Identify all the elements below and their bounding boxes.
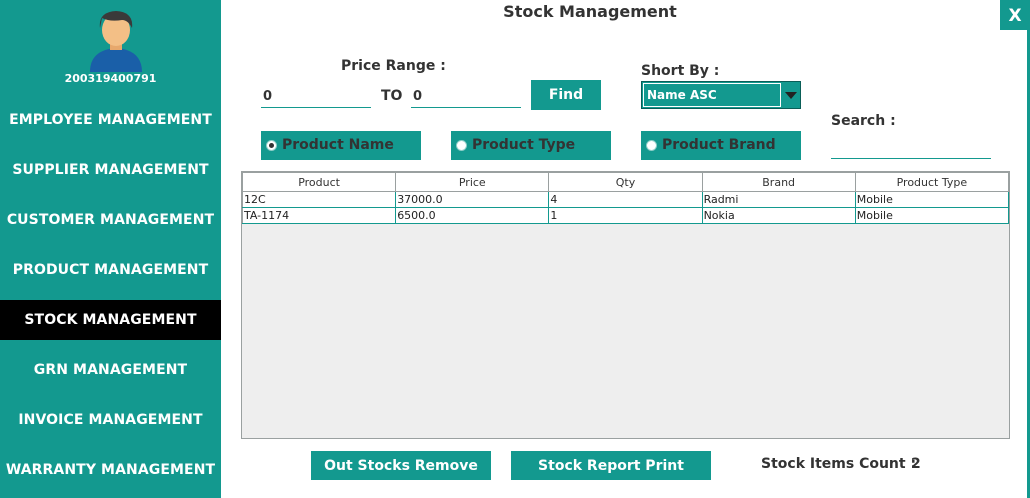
table-cell: 12C — [241, 191, 397, 208]
price-range-label: Price Range : — [341, 58, 446, 74]
table-cell: 6500.0 — [395, 207, 550, 224]
table-row[interactable]: TA-1174 6500.0 1 Nokia Mobile — [241, 207, 1010, 224]
column-header-product-type[interactable]: Product Type — [854, 172, 1010, 192]
radio-label: Product Type — [472, 137, 576, 153]
table-cell: Nokia — [701, 207, 856, 224]
nav-product-management[interactable]: PRODUCT MANAGEMENT — [0, 250, 221, 290]
radio-selected-icon — [266, 140, 277, 151]
table-header-row: Product Price Qty Brand Product Type — [241, 172, 1010, 192]
radio-product-brand[interactable]: Product Brand — [641, 131, 801, 160]
radio-label: Product Brand — [662, 137, 776, 153]
radio-unselected-icon — [646, 140, 657, 151]
search-label: Search : — [831, 113, 896, 129]
stock-report-print-button[interactable]: Stock Report Print — [511, 451, 711, 480]
price-max-input[interactable] — [411, 86, 521, 108]
radio-product-name[interactable]: Product Name — [261, 131, 421, 160]
column-header-price[interactable]: Price — [395, 172, 550, 192]
table-cell: 1 — [548, 207, 703, 224]
sort-by-label: Short By : — [641, 63, 720, 79]
find-button[interactable]: Find — [531, 80, 601, 110]
radio-label: Product Name — [282, 137, 394, 153]
sort-selected-value: Name ASC — [643, 83, 781, 107]
column-header-brand[interactable]: Brand — [701, 172, 856, 192]
radio-unselected-icon — [456, 140, 467, 151]
to-label: TO — [381, 88, 403, 104]
table-cell: Mobile — [854, 191, 1010, 208]
stock-count-label: Stock Items Count : — [761, 456, 917, 472]
nav-invoice-management[interactable]: INVOICE MANAGEMENT — [0, 400, 221, 440]
user-id-label: 200319400791 — [64, 72, 157, 85]
radio-product-type[interactable]: Product Type — [451, 131, 611, 160]
table-cell: 37000.0 — [395, 191, 550, 208]
table-cell: Mobile — [854, 207, 1010, 224]
page-title: Stock Management — [503, 2, 677, 21]
nav-supplier-management[interactable]: SUPPLIER MANAGEMENT — [0, 150, 221, 190]
nav-stock-management[interactable]: STOCK MANAGEMENT — [0, 300, 221, 340]
nav-grn-management[interactable]: GRN MANAGEMENT — [0, 350, 221, 390]
sidebar: 200319400791 EMPLOYEE MANAGEMENT SUPPLIE… — [0, 0, 221, 498]
table-cell: TA-1174 — [241, 207, 397, 224]
nav-customer-management[interactable]: CUSTOMER MANAGEMENT — [0, 200, 221, 240]
price-min-input[interactable] — [261, 86, 371, 108]
column-header-qty[interactable]: Qty — [548, 172, 703, 192]
stock-table-grid: Product Price Qty Brand Product Type 12C… — [241, 172, 1010, 224]
user-avatar-icon — [90, 11, 142, 72]
nav-employee-management[interactable]: EMPLOYEE MANAGEMENT — [0, 100, 221, 140]
out-stocks-remove-button[interactable]: Out Stocks Remove — [311, 451, 491, 480]
stock-table[interactable]: Product Price Qty Brand Product Type 12C… — [241, 171, 1010, 439]
nav-warranty-management[interactable]: WARRANTY MANAGEMENT — [0, 450, 221, 490]
stock-count-value: 2 — [911, 456, 921, 472]
table-cell: 4 — [548, 191, 703, 208]
column-header-product[interactable]: Product — [241, 172, 397, 192]
search-input[interactable] — [831, 137, 991, 159]
sort-select[interactable]: Name ASC — [641, 81, 801, 109]
chevron-down-icon — [785, 92, 797, 99]
table-row[interactable]: 12C 37000.0 4 Radmi Mobile — [241, 191, 1010, 208]
close-button[interactable]: X — [1000, 0, 1030, 30]
table-cell: Radmi — [701, 191, 856, 208]
